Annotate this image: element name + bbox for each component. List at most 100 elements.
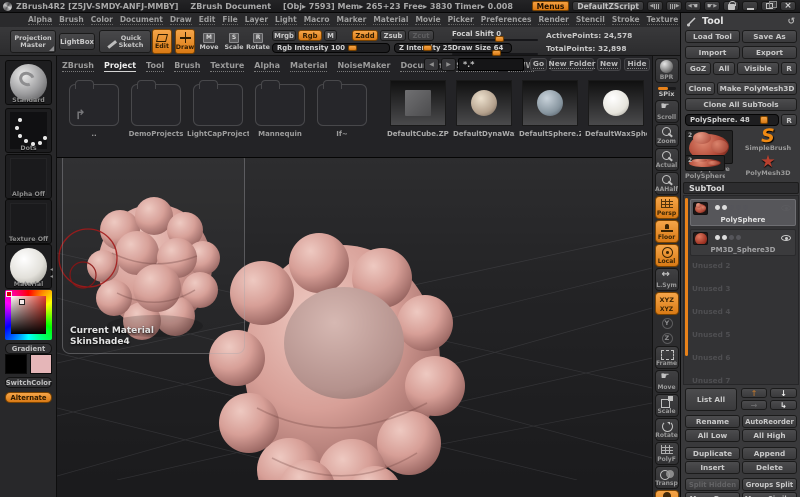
default-zscript-button[interactable]: DefaultZScript — [572, 1, 644, 11]
rgb-button[interactable]: Rgb — [298, 30, 322, 41]
subtool-unused-row[interactable]: Unused 3 — [692, 282, 796, 294]
shelf-button[interactable]: Local — [654, 244, 679, 267]
menu-item[interactable]: Color — [90, 15, 113, 25]
export-button[interactable]: Export — [742, 46, 797, 59]
lightbox-folder[interactable]: .. — [63, 80, 125, 138]
lightbox-file[interactable]: DefaultDynaWax — [451, 80, 517, 138]
slider-handle[interactable] — [759, 116, 768, 124]
zadd-button[interactable]: Zadd — [352, 30, 378, 41]
eye-icon[interactable] — [781, 205, 791, 211]
focal-shift-slider[interactable]: Focal Shift 0 — [452, 30, 538, 42]
shelf-button[interactable]: XYZ — [654, 292, 679, 315]
edit-mode-button[interactable]: Edit — [152, 29, 172, 54]
append-button[interactable]: Append — [742, 447, 797, 460]
lightbox-tab[interactable]: Tool — [146, 61, 165, 72]
shelf-button[interactable]: Persp — [654, 196, 679, 219]
quick-sketch-button[interactable]: Quick Sketch — [99, 30, 151, 53]
insert-button[interactable]: Insert — [685, 461, 740, 474]
lightbox-tab[interactable]: Texture — [210, 61, 245, 72]
slider-handle[interactable] — [491, 50, 501, 56]
shelf-button[interactable]: Rotate — [654, 418, 679, 441]
goz-all-button[interactable]: All — [713, 62, 735, 75]
scale-mode-button[interactable]: S Scale — [224, 29, 244, 54]
lightbox-go-button[interactable]: Go — [530, 58, 547, 71]
move-down-button[interactable]: ↓ — [770, 388, 797, 398]
menu-item[interactable]: Alpha — [28, 15, 53, 25]
goz-visible-button[interactable]: Visible — [737, 62, 779, 75]
lightbox-file[interactable]: DefaultSphere.ZI — [517, 80, 583, 138]
shelf-button[interactable]: Scale — [654, 394, 679, 417]
pan-left-button[interactable]: ◀ ☚ — [685, 1, 701, 11]
shelf-button[interactable]: BPR — [654, 58, 679, 83]
subtool-scrollbar[interactable] — [685, 198, 688, 356]
slider-handle[interactable] — [495, 36, 504, 42]
merge-down-button[interactable]: MergeDown — [685, 492, 740, 497]
menu-item[interactable]: Layer — [244, 15, 269, 25]
make-polymesh3d-button[interactable]: Make PolyMesh3D — [717, 82, 797, 95]
shift-right-button[interactable]: → — [741, 400, 767, 410]
switch-color-button[interactable]: SwitchColor — [5, 377, 52, 388]
subtool-unused-row[interactable]: Unused 4 — [692, 305, 796, 317]
lightbox-tab[interactable]: Brush — [174, 61, 201, 72]
menu-item[interactable]: Texture — [646, 15, 679, 25]
menu-item[interactable]: Edit — [198, 15, 216, 25]
lightbox-new-button[interactable]: New — [597, 58, 621, 71]
lightbox-tab[interactable]: NoiseMaker — [337, 61, 391, 72]
lightbox-file[interactable]: DefaultCube.ZPR — [385, 80, 451, 138]
move-mode-button[interactable]: M Move — [199, 29, 219, 54]
menu-item[interactable]: Stroke — [611, 15, 640, 25]
shelf-button[interactable]: AAHalf — [654, 172, 679, 195]
shelf-button[interactable]: Zoom — [654, 124, 679, 147]
sculpt-canvas[interactable]: Current Material SkinShade4 — [57, 158, 652, 480]
shelf-button[interactable]: Move — [654, 370, 679, 393]
paint-toggle-icon[interactable] — [715, 205, 720, 210]
list-all-button[interactable]: List All — [685, 388, 737, 411]
import-button[interactable]: Import — [685, 46, 740, 59]
lightbox-filter-input[interactable] — [458, 58, 524, 71]
m-button[interactable]: M — [324, 30, 337, 41]
secondary-color-swatch[interactable] — [30, 354, 52, 374]
subtool-row-selected[interactable]: PolySphere — [690, 199, 796, 226]
recent-tool-simplebrush[interactable]: S SimpleBrush — [739, 127, 797, 153]
lightbox-toggle-button[interactable]: LightBox — [59, 33, 95, 50]
refresh-icon[interactable]: ↺ — [787, 17, 795, 27]
sv-marker[interactable] — [19, 299, 25, 305]
goz-button[interactable]: GoZ — [685, 62, 711, 75]
menu-item[interactable]: Preferences — [480, 15, 532, 25]
lightbox-tab[interactable]: Alpha — [254, 61, 281, 72]
shelf-button[interactable]: Actual — [654, 148, 679, 171]
rename-button[interactable]: Rename — [685, 415, 740, 428]
menu-item[interactable]: Draw — [169, 15, 192, 25]
lightbox-folder[interactable]: If~ — [311, 80, 373, 138]
shelf-button[interactable]: Scroll — [654, 100, 679, 123]
split-hidden-button[interactable]: Split Hidden — [685, 478, 740, 491]
shelf-button[interactable]: Frame — [654, 346, 679, 369]
slider-handle[interactable] — [348, 45, 358, 51]
load-tool-button[interactable]: Load Tool — [685, 30, 740, 43]
lightbox-folder[interactable]: DemoProjects — [125, 80, 187, 138]
zcut-button[interactable]: Zcut — [408, 30, 434, 41]
menu-item[interactable]: Render — [538, 15, 569, 25]
draw-size-slider[interactable]: Draw Size 64 — [452, 44, 538, 56]
draw-mode-button[interactable]: Draw — [175, 29, 195, 54]
shelf-button[interactable] — [655, 331, 679, 345]
menu-item[interactable]: Stencil — [575, 15, 605, 25]
auto-reorder-button[interactable]: AutoReorder — [742, 415, 797, 428]
subtool-row[interactable]: PM3D_Sphere3D — [690, 229, 796, 256]
shelf-button[interactable]: L.Sym — [654, 268, 679, 291]
gradient-button[interactable]: Gradient — [5, 343, 52, 354]
zscript-rewind-button[interactable]: ◀ — [647, 1, 663, 11]
shelf-button[interactable]: Transp — [654, 466, 679, 489]
pan-right-button[interactable]: ☛ ▶ — [704, 1, 720, 11]
color-picker[interactable] — [5, 290, 52, 340]
menu-item[interactable]: Marker — [336, 15, 367, 25]
slider-r-button[interactable]: R — [781, 114, 797, 126]
subtool-unused-row[interactable]: Unused 6 — [692, 351, 796, 363]
menu-item[interactable]: Picker — [447, 15, 474, 25]
shelf-button[interactable]: Floor — [654, 220, 679, 243]
menu-item[interactable]: Brush — [59, 15, 84, 25]
slider-handle[interactable] — [422, 45, 432, 51]
lightbox-new-folder-button[interactable]: New Folder — [548, 58, 596, 71]
minimize-button[interactable] — [742, 1, 758, 11]
shelf-button[interactable]: Ghost — [654, 490, 679, 497]
